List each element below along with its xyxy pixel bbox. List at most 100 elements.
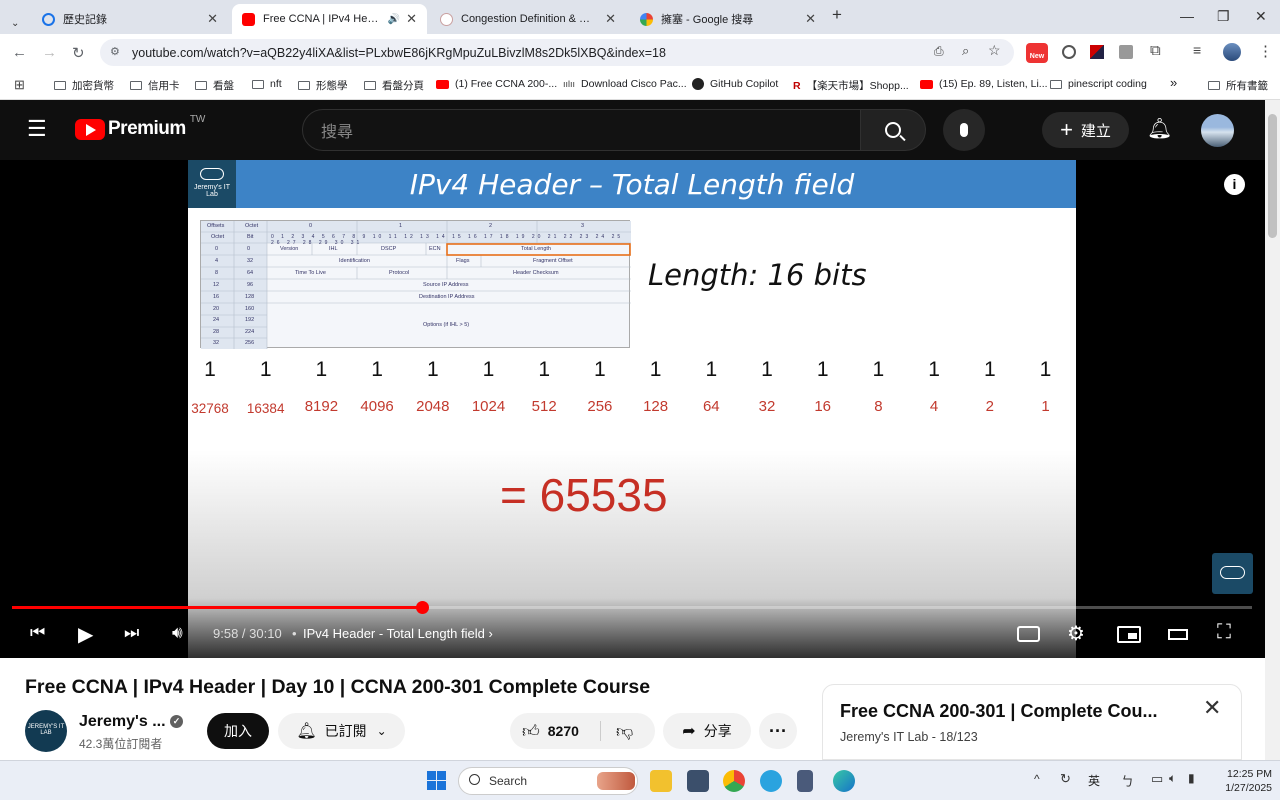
- extension-new-icon[interactable]: New: [1026, 43, 1048, 63]
- bookmark-label: (15) Ep. 89, Listen, Li...: [939, 78, 1048, 90]
- apps-grid-icon[interactable]: ⊞: [14, 77, 25, 93]
- bookmarks-overflow-button[interactable]: »: [1170, 75, 1177, 90]
- theater-mode-icon[interactable]: [1168, 629, 1188, 640]
- bookmark-item[interactable]: 信用卡: [130, 78, 180, 93]
- app-icon[interactable]: [687, 770, 709, 792]
- speaker-icon[interactable]: 🔊: [388, 14, 400, 25]
- zoom-icon[interactable]: ⌕: [962, 43, 969, 59]
- subscribed-button[interactable]: 🔔︎ 已訂閱 ⌄: [278, 713, 405, 749]
- windows-start-icon[interactable]: [427, 771, 446, 790]
- table-cell: Source IP Address: [423, 282, 469, 288]
- close-playlist-icon[interactable]: ✕: [1203, 695, 1221, 721]
- bookmark-item[interactable]: 看盤: [195, 78, 234, 93]
- close-window-icon[interactable]: ✕: [1255, 8, 1267, 25]
- bookmark-item[interactable]: 看盤分頁: [364, 78, 424, 93]
- bookmark-item[interactable]: GitHub Copilot: [692, 78, 778, 90]
- tab-history[interactable]: 歷史記錄 ✕: [32, 4, 228, 34]
- fullscreen-icon[interactable]: ⛶: [1217, 621, 1231, 644]
- ime-indicator[interactable]: 英: [1088, 772, 1100, 789]
- bookmark-item[interactable]: R 【楽天市場】Shopp...: [793, 78, 909, 93]
- telegram-icon[interactable]: [760, 770, 782, 792]
- forward-icon[interactable]: →: [42, 44, 57, 61]
- edge-icon[interactable]: [833, 770, 855, 792]
- table-cell: Version: [280, 246, 299, 252]
- tab-congestion[interactable]: Congestion Definition & Meanin ✕: [430, 4, 626, 34]
- voice-search-button[interactable]: [943, 109, 985, 151]
- like-button[interactable]: 👍︎ 8270: [522, 721, 579, 742]
- settings-gear-icon[interactable]: ⚙: [1067, 621, 1085, 646]
- next-icon[interactable]: ⏭︎: [124, 623, 139, 643]
- bookmark-item[interactable]: nft: [252, 78, 282, 90]
- bookmark-item[interactable]: 加密貨幣: [54, 78, 114, 93]
- channel-avatar[interactable]: JEREMY'S IT LAB: [25, 710, 67, 752]
- create-button[interactable]: + 建立: [1042, 112, 1129, 148]
- notifications-bell-icon[interactable]: 🔔︎: [1147, 116, 1172, 141]
- volume-icon[interactable]: 🔊︎: [172, 623, 183, 643]
- table-cell: 192: [245, 317, 255, 323]
- tab-google-search[interactable]: 擁塞 - Google 搜尋 ✕: [630, 4, 826, 34]
- chrome-icon[interactable]: [723, 770, 745, 792]
- tab-youtube-ccna[interactable]: Free CCNA | IPv4 Header | D 🔊 ✕: [232, 4, 427, 34]
- youtube-logo[interactable]: Premium TW: [75, 114, 205, 140]
- hamburger-menu-icon[interactable]: ☰: [27, 116, 47, 142]
- back-icon[interactable]: ←: [12, 44, 27, 61]
- url-bar[interactable]: ⚙ youtube.com/watch?v=aQB22y4liXA&list=P…: [100, 39, 1014, 66]
- miniplayer-icon[interactable]: [1117, 626, 1141, 643]
- scrollbar-thumb[interactable]: [1268, 114, 1277, 238]
- reload-icon[interactable]: ↻: [72, 44, 85, 62]
- play-icon[interactable]: ▶: [78, 622, 93, 647]
- subtitles-icon[interactable]: [1017, 626, 1040, 642]
- install-app-icon[interactable]: ⎙: [934, 44, 944, 59]
- channel-watermark[interactable]: [1212, 553, 1253, 594]
- bookmark-item[interactable]: ıılıı Download Cisco Pac...: [563, 78, 687, 90]
- tray-overflow-icon[interactable]: ^: [1034, 772, 1040, 786]
- taskbar-search[interactable]: Search: [458, 767, 638, 795]
- thumbs-down-icon[interactable]: 👎︎: [616, 721, 633, 742]
- close-tab-icon[interactable]: ✕: [406, 11, 417, 27]
- extension-puzzle-alt-icon[interactable]: [1119, 45, 1133, 59]
- clock[interactable]: 12:25 PM 1/27/2025: [1212, 767, 1272, 795]
- chapter-title-button[interactable]: IPv4 Header - Total Length field ›: [303, 626, 493, 641]
- page-scrollbar[interactable]: [1265, 100, 1280, 760]
- search-input[interactable]: 搜尋: [302, 109, 862, 151]
- account-avatar[interactable]: [1201, 114, 1234, 147]
- close-tab-icon[interactable]: ✕: [605, 11, 616, 27]
- speaker-icon[interactable]: 🔈︎: [1169, 771, 1176, 786]
- playlist-title[interactable]: Free CCNA 200-301 | Complete Cou...: [840, 701, 1157, 722]
- bookmark-item[interactable]: pinescript coding: [1050, 78, 1147, 90]
- profile-avatar-icon[interactable]: [1223, 43, 1241, 61]
- progress-bar[interactable]: [12, 606, 1252, 609]
- browser-menu-icon[interactable]: ⋮: [1258, 42, 1273, 60]
- site-info-icon[interactable]: ⚙: [110, 45, 120, 58]
- battery-icon[interactable]: ▮: [1188, 771, 1195, 785]
- extension-icon[interactable]: [1062, 45, 1076, 59]
- bookmark-item[interactable]: 形態學: [298, 78, 348, 93]
- bookmark-item[interactable]: (1) Free CCNA 200-...: [436, 78, 557, 90]
- bookmark-star-icon[interactable]: ☆: [988, 42, 1001, 59]
- new-tab-button[interactable]: +: [832, 5, 842, 25]
- media-control-icon[interactable]: ≡: [1193, 42, 1201, 58]
- close-tab-icon[interactable]: ✕: [805, 11, 816, 27]
- share-button[interactable]: ➦ 分享: [663, 713, 751, 749]
- network-sync-icon[interactable]: ↻: [1060, 771, 1071, 787]
- info-icon[interactable]: i: [1224, 174, 1245, 195]
- folder-icon: [1050, 79, 1062, 89]
- join-button[interactable]: 加入: [207, 713, 269, 749]
- ime-mode-icon[interactable]: ㄅ: [1121, 771, 1134, 790]
- close-tab-icon[interactable]: ✕: [207, 11, 218, 27]
- channel-name[interactable]: Jeremy's ... ✓: [79, 713, 183, 731]
- search-button[interactable]: [860, 109, 926, 151]
- more-actions-button[interactable]: ···: [759, 713, 797, 749]
- all-bookmarks-button[interactable]: 所有書籤: [1208, 78, 1268, 93]
- extension-flag-icon[interactable]: [1090, 45, 1104, 59]
- minimize-icon[interactable]: —: [1180, 8, 1194, 24]
- previous-icon[interactable]: ⏮︎: [30, 623, 45, 643]
- display-icon[interactable]: ▭: [1151, 771, 1163, 787]
- bookmark-item[interactable]: (15) Ep. 89, Listen, Li...: [920, 78, 1048, 90]
- table-cell: DSCP: [381, 246, 397, 252]
- file-explorer-icon[interactable]: [650, 770, 672, 792]
- video-player[interactable]: IPv4 Header – Total Length field Jeremy'…: [0, 160, 1265, 658]
- extensions-puzzle-icon[interactable]: ⧉: [1150, 42, 1161, 59]
- notepad-icon[interactable]: [797, 770, 813, 792]
- restore-icon[interactable]: ❐: [1217, 8, 1230, 25]
